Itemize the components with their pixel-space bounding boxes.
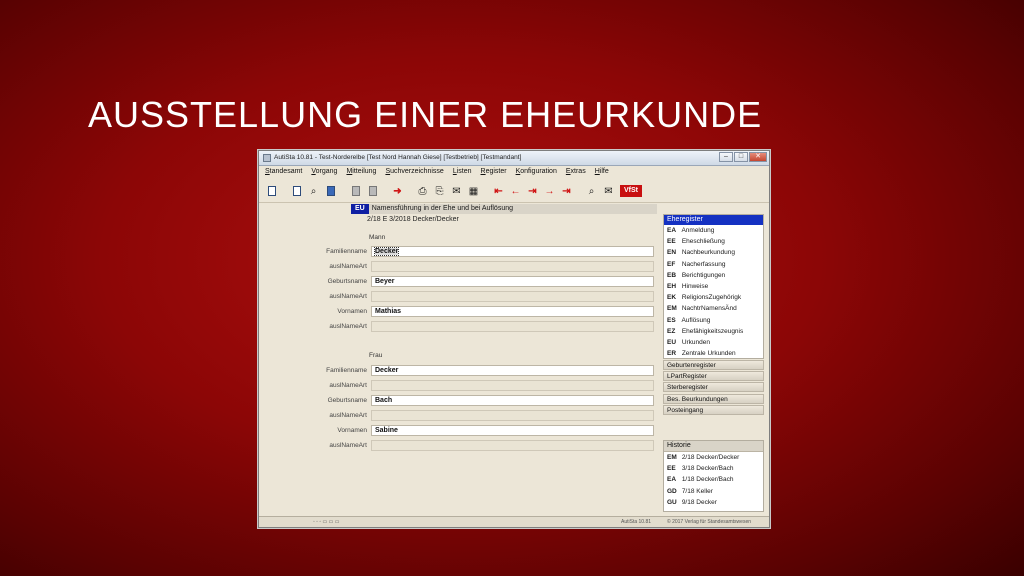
frau-ausl1-label: auslNameArt: [329, 382, 367, 389]
arrow-next-icon[interactable]: →: [543, 185, 556, 198]
mann-geburtsname-field[interactable]: Beyer: [371, 276, 654, 287]
historie-item[interactable]: GU 9/18 Decker: [664, 497, 763, 508]
toolbar: ⌕ ➜ ⎙ ⎘ ✉ ▦ ⇤ ← ⇥ → ⇥ ⌕ ✉ VfSt: [259, 180, 769, 203]
eheregister-item[interactable]: EU Urkunden: [664, 337, 763, 348]
menu-register[interactable]: Register: [481, 166, 507, 178]
frau-ausl3-field[interactable]: [371, 440, 654, 451]
historie-panel: Historie EM 2/18 Decker/Decker EE 3/18 D…: [663, 440, 764, 512]
mann-vornamen-field[interactable]: Mathias: [371, 306, 654, 317]
menu-listen[interactable]: Listen: [453, 166, 472, 178]
search-doc-icon[interactable]: ⌕: [307, 185, 320, 198]
frau-geburtsname-field[interactable]: Bach: [371, 395, 654, 406]
calculator-icon[interactable]: ▦: [467, 185, 480, 198]
eheregister-item[interactable]: EN Nachbeurkundung: [664, 247, 763, 258]
arrow-last-icon[interactable]: ⇥: [560, 185, 573, 198]
eheregister-panel: Eheregister EA Anmeldung EE Eheschließun…: [663, 214, 764, 359]
menu-mitteilung[interactable]: Mitteilung: [346, 166, 376, 178]
mann-ausl1-field[interactable]: [371, 261, 654, 272]
register-link-lpartregister[interactable]: LPartRegister: [663, 371, 764, 382]
eheregister-item[interactable]: EA Anmeldung: [664, 225, 763, 236]
blue-doc-icon[interactable]: [324, 185, 337, 198]
historie-item[interactable]: EA 1/18 Decker/Bach: [664, 474, 763, 485]
status-indicators: ◦ ◦ ◦ ▭ ▭ ▭: [313, 519, 340, 525]
mail-icon[interactable]: ✉: [450, 185, 463, 198]
eheregister-item[interactable]: ES Auflösung: [664, 315, 763, 326]
app-icon: [263, 154, 271, 162]
vfst-logo-icon[interactable]: VfSt: [619, 185, 643, 198]
menu-konfiguration[interactable]: Konfiguration: [516, 166, 557, 178]
minimize-button[interactable]: –: [719, 152, 733, 162]
new-doc-icon[interactable]: [265, 185, 278, 198]
eheregister-item[interactable]: EB Berichtigungen: [664, 270, 763, 281]
mann-ausl2-label: auslNameArt: [329, 293, 367, 300]
form-heading: EU Namensführung in der Ehe und bei Aufl…: [351, 204, 657, 214]
mann-geburtsname-label: Geburtsname: [327, 278, 367, 285]
register-link-bes-beurkundungen[interactable]: Bes. Beurkundungen: [663, 393, 764, 404]
slide-title: AUSSTELLUNG EINER EHEURKUNDE: [88, 94, 763, 135]
search-icon[interactable]: ⌕: [585, 185, 598, 198]
frau-ausl3-label: auslNameArt: [329, 442, 367, 449]
mann-ausl3-field[interactable]: [371, 321, 654, 332]
frau-ausl1-field[interactable]: [371, 380, 654, 391]
form-subtitle: 2/18 E 3/2018 Decker/Decker: [367, 216, 459, 223]
menu-hilfe[interactable]: Hilfe: [595, 166, 609, 178]
register-link-sterberegister[interactable]: Sterberegister: [663, 382, 764, 393]
eheregister-item[interactable]: EK ReligionsZugehörigk: [664, 292, 763, 303]
status-copyright: © 2017 Verlag für Standesamtswesen: [667, 519, 752, 525]
frau-vornamen-label: Vornamen: [337, 427, 367, 434]
inbox-icon[interactable]: ✉: [602, 185, 615, 198]
form-heading-text: Namensführung in der Ehe und bei Auflösu…: [368, 204, 657, 214]
menu-extras[interactable]: Extras: [566, 166, 586, 178]
eheregister-header[interactable]: Eheregister: [664, 215, 763, 225]
form-code: EU: [351, 204, 369, 214]
menu-bar: Standesamt Vorgang Mitteilung Suchverzei…: [259, 166, 769, 178]
mann-familienname-field[interactable]: Decker: [371, 246, 654, 257]
historie-item[interactable]: EE 3/18 Decker/Bach: [664, 463, 763, 474]
historie-item[interactable]: GD 7/18 Keller: [664, 486, 763, 497]
eheregister-item[interactable]: EM NachtrNamensÄnd: [664, 303, 763, 314]
menu-vorgang[interactable]: Vorgang: [311, 166, 337, 178]
frau-section-label: Frau: [369, 352, 383, 359]
register-links: Geburtenregister LPartRegister Sterbereg…: [663, 360, 764, 416]
eheregister-item[interactable]: EH Hinweise: [664, 281, 763, 292]
mann-ausl1-label: auslNameArt: [329, 263, 367, 270]
arrow-first-icon[interactable]: ⇤: [492, 185, 505, 198]
arrow-prev-icon[interactable]: ←: [509, 185, 522, 198]
print-preview-icon[interactable]: ⎘: [433, 185, 446, 198]
grey-docs-icon[interactable]: [366, 185, 379, 198]
register-link-geburtenregister[interactable]: Geburtenregister: [663, 360, 764, 370]
frau-ausl2-label: auslNameArt: [329, 412, 367, 419]
menu-suchverzeichnisse[interactable]: Suchverzeichnisse: [385, 166, 443, 178]
historie-item[interactable]: EM 2/18 Decker/Decker: [664, 452, 763, 463]
historie-header: Historie: [664, 441, 763, 452]
copy-doc-icon[interactable]: [290, 185, 303, 198]
eheregister-item[interactable]: EZ Ehefähigkeitszeugnis: [664, 326, 763, 337]
print-icon[interactable]: ⎙: [416, 185, 429, 198]
forward-icon[interactable]: ➜: [391, 185, 404, 198]
window-title: AutiSta 10.81 - Test-Norderelbe [Test No…: [274, 154, 522, 161]
arrow-jump-icon[interactable]: ⇥: [526, 185, 539, 198]
frau-geburtsname-label: Geburtsname: [327, 397, 367, 404]
close-button[interactable]: ✕: [749, 152, 767, 162]
eheregister-item[interactable]: ER Zentrale Urkunden: [664, 348, 763, 359]
status-version: AutiSta 10.81: [621, 519, 652, 525]
mann-familienname-label: Familienname: [326, 248, 367, 255]
eheregister-item[interactable]: EF Nacherfassung: [664, 259, 763, 270]
frau-familienname-label: Familienname: [326, 367, 367, 374]
frau-vornamen-field[interactable]: Sabine: [371, 425, 654, 436]
mann-vornamen-label: Vornamen: [337, 308, 367, 315]
register-link-posteingang[interactable]: Posteingang: [663, 404, 764, 415]
mann-section-label: Mann: [369, 234, 386, 241]
frau-ausl2-field[interactable]: [371, 410, 654, 421]
mann-ausl2-field[interactable]: [371, 291, 654, 302]
eheregister-item[interactable]: EE Eheschließung: [664, 236, 763, 247]
window-titlebar: AutiSta 10.81 - Test-Norderelbe [Test No…: [259, 151, 769, 166]
frau-familienname-field[interactable]: Decker: [371, 365, 654, 376]
maximize-button[interactable]: □: [734, 152, 748, 162]
autista-window: AutiSta 10.81 - Test-Norderelbe [Test No…: [258, 150, 770, 528]
status-bar: ◦ ◦ ◦ ▭ ▭ ▭ AutiSta 10.81 © 2017 Verlag …: [259, 516, 769, 527]
mann-ausl3-label: auslNameArt: [329, 323, 367, 330]
grey-doc-icon[interactable]: [349, 185, 362, 198]
menu-standesamt[interactable]: Standesamt: [265, 166, 302, 178]
